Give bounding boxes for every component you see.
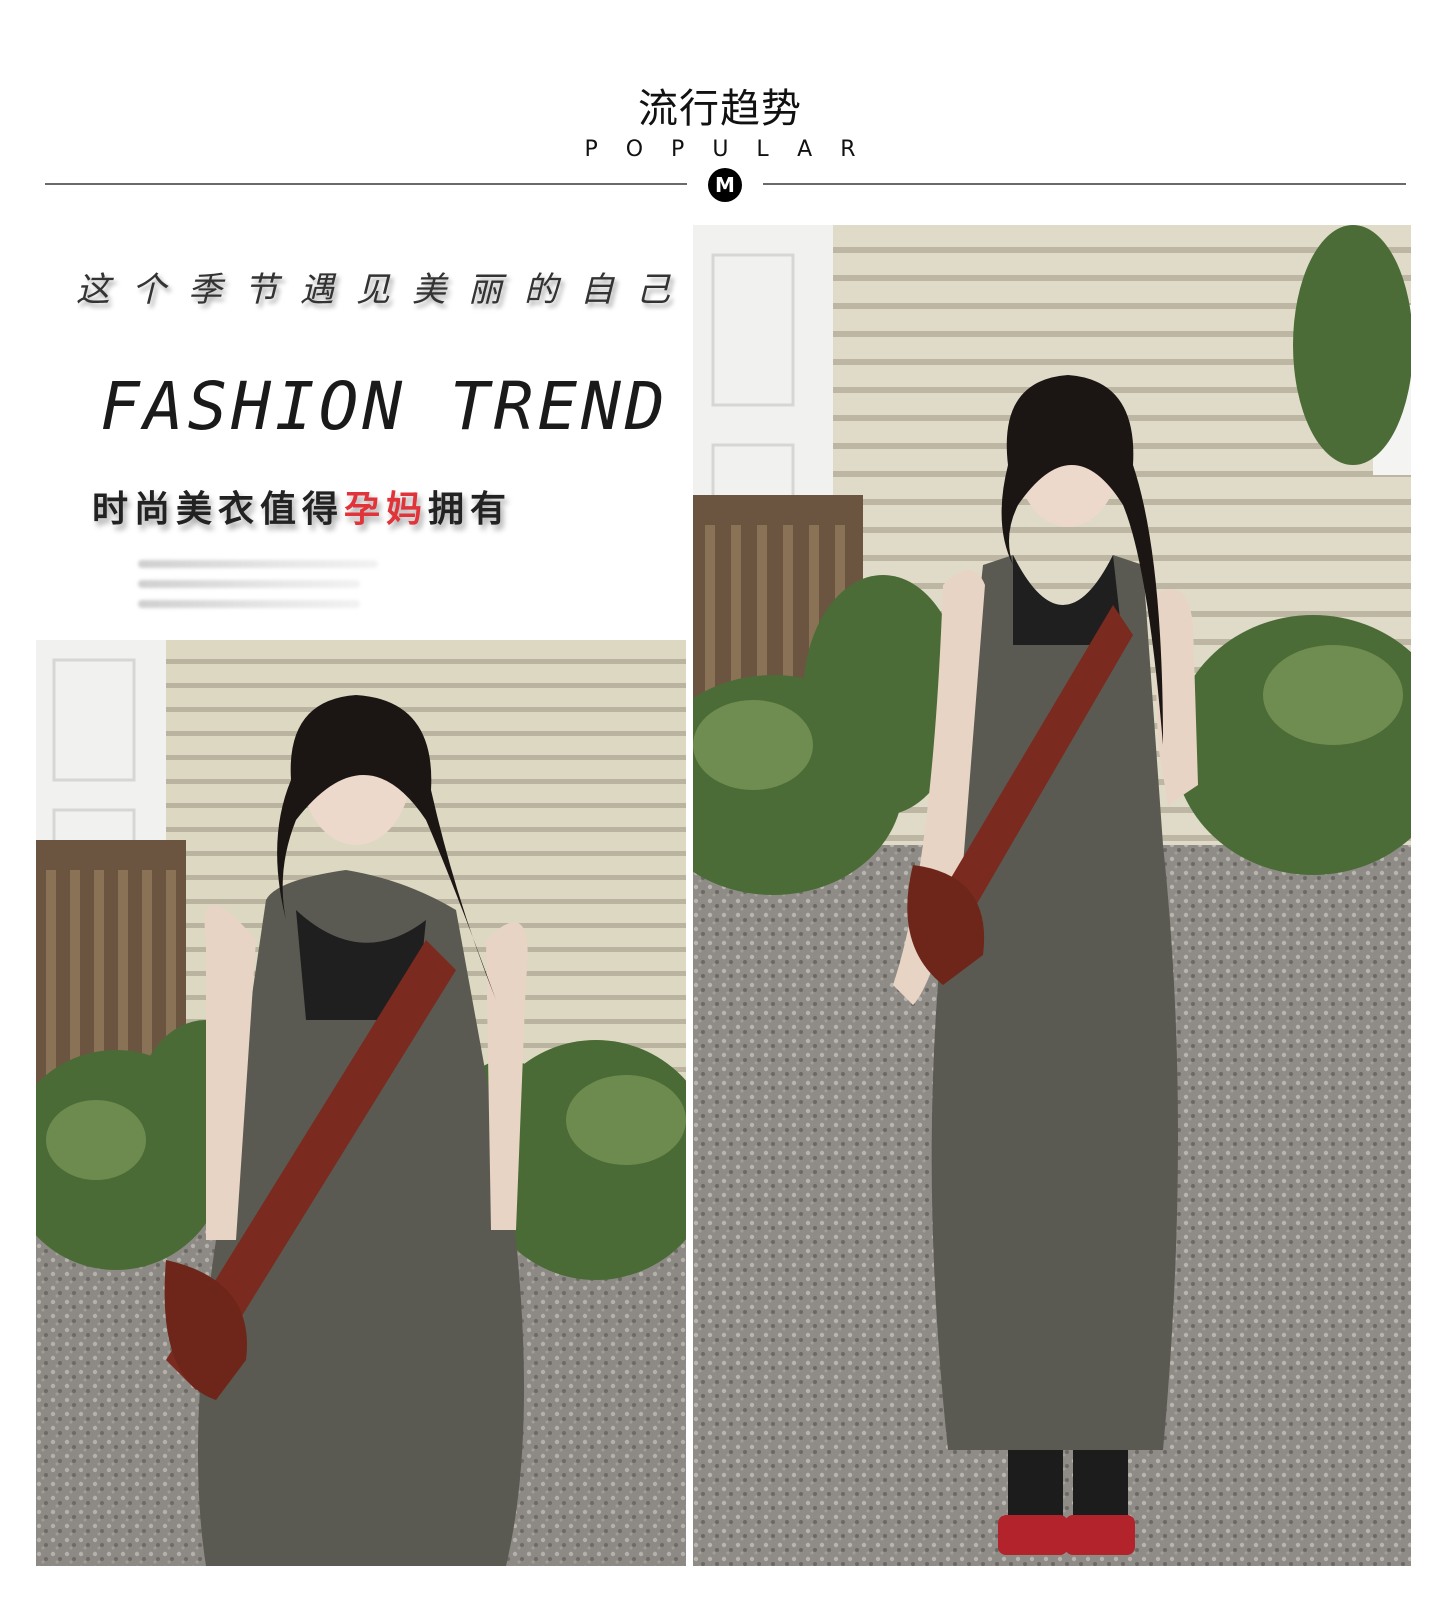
tagline-text: 时尚美衣值得: [92, 489, 345, 530]
model-photo-full-length: [693, 225, 1411, 1566]
blurred-caption: [138, 560, 398, 620]
slogan: 这个季节遇见美丽的自己!: [76, 270, 728, 310]
tagline: 时尚美衣值得孕妈拥有: [92, 480, 512, 532]
size-badge: M: [708, 168, 742, 202]
tagline-text-end: 拥有: [428, 489, 513, 530]
divider-left: [45, 183, 687, 185]
section-subtitle: POPULAR: [584, 137, 884, 162]
tagline-highlight: 孕妈: [344, 489, 429, 530]
model-photo-looking-up: [36, 640, 686, 1566]
section-title: 流行趋势: [638, 86, 802, 132]
headline: FASHION TREND: [100, 368, 669, 445]
divider-right: [763, 183, 1406, 185]
